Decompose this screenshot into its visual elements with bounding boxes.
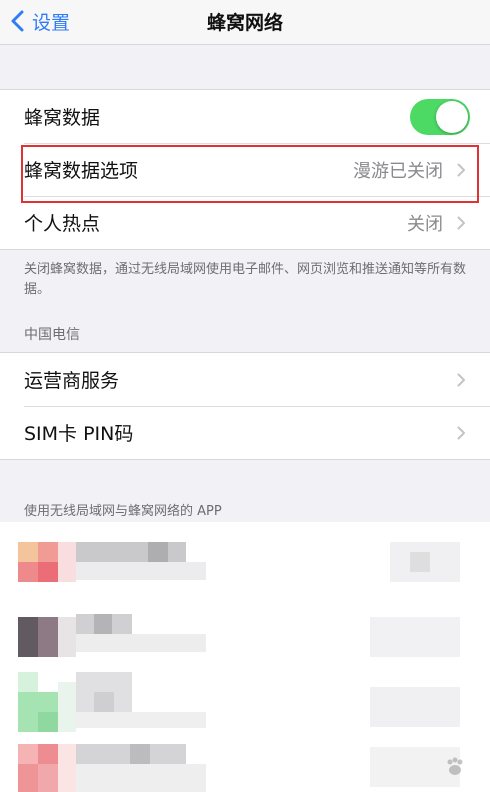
cellular-data-label: 蜂窝数据 [24, 107, 101, 129]
pixel-block [76, 764, 206, 792]
pixel-block [38, 562, 58, 582]
pixel-block [76, 634, 206, 652]
pixel-block [370, 617, 460, 657]
carrier-section-header: 中国电信 [24, 327, 80, 343]
carrier-services-label: 运营商服务 [24, 370, 120, 392]
chevron-right-icon [457, 373, 465, 386]
pixelated-app-list [0, 522, 490, 792]
cellular-data-toggle[interactable] [410, 98, 470, 135]
pixel-block [18, 672, 38, 692]
chevron-right-icon [457, 216, 465, 229]
pixel-block [38, 764, 58, 792]
pixel-block [38, 712, 58, 732]
sim-pin-row[interactable]: SIM卡 PIN码 [0, 406, 490, 459]
cellular-options-label: 蜂窝数据选项 [24, 160, 139, 182]
pixel-block [94, 692, 114, 712]
hotspot-value: 关闭 [407, 213, 443, 235]
pixel-block [38, 542, 58, 562]
pixel-block [18, 562, 38, 582]
hotspot-row[interactable]: 个人热点 关闭 [0, 196, 490, 249]
pixel-block [58, 617, 76, 657]
sim-pin-label: SIM卡 PIN码 [24, 423, 134, 445]
cellular-options-row[interactable]: 蜂窝数据选项 漫游已关闭 [0, 143, 490, 196]
pixel-block [130, 744, 150, 764]
pixel-block [38, 617, 58, 657]
pixel-block [18, 542, 38, 562]
pixel-block [18, 617, 38, 657]
hotspot-label: 个人热点 [24, 213, 101, 235]
pixel-block [76, 542, 186, 562]
pixel-block [18, 744, 38, 764]
pixel-block [58, 542, 76, 582]
pixel-block [58, 682, 76, 732]
carrier-group: 运营商服务 SIM卡 PIN码 [0, 352, 490, 460]
pixel-block [76, 562, 206, 580]
pixel-block [38, 744, 58, 764]
baidu-paw-icon [447, 757, 463, 775]
watermark [444, 756, 466, 778]
pixel-block [370, 687, 460, 727]
pixel-block [148, 542, 168, 562]
cellular-group: 蜂窝数据 蜂窝数据选项 漫游已关闭 个人热点 关闭 [0, 89, 490, 250]
pixel-block [76, 712, 206, 728]
pixel-block [410, 552, 430, 572]
chevron-right-icon [457, 163, 465, 176]
cellular-data-row: 蜂窝数据 [0, 90, 490, 143]
pixel-block [58, 744, 76, 792]
cellular-options-value: 漫游已关闭 [353, 160, 443, 182]
navigation-bar: 设置 蜂窝网络 [0, 0, 490, 45]
carrier-services-row[interactable]: 运营商服务 [0, 353, 490, 406]
wlan-section-header: 使用无线局域网与蜂窝网络的 APP [24, 504, 222, 519]
page-title: 蜂窝网络 [206, 12, 283, 34]
cellular-footnote: 关闭蜂窝数据，通过无线局域网使用电子邮件、网页浏览和推送通知等所有数据。 [24, 262, 467, 297]
pixel-block [18, 764, 38, 792]
toggle-knob [436, 100, 468, 133]
pixel-block [94, 614, 112, 634]
chevron-right-icon [457, 426, 465, 439]
